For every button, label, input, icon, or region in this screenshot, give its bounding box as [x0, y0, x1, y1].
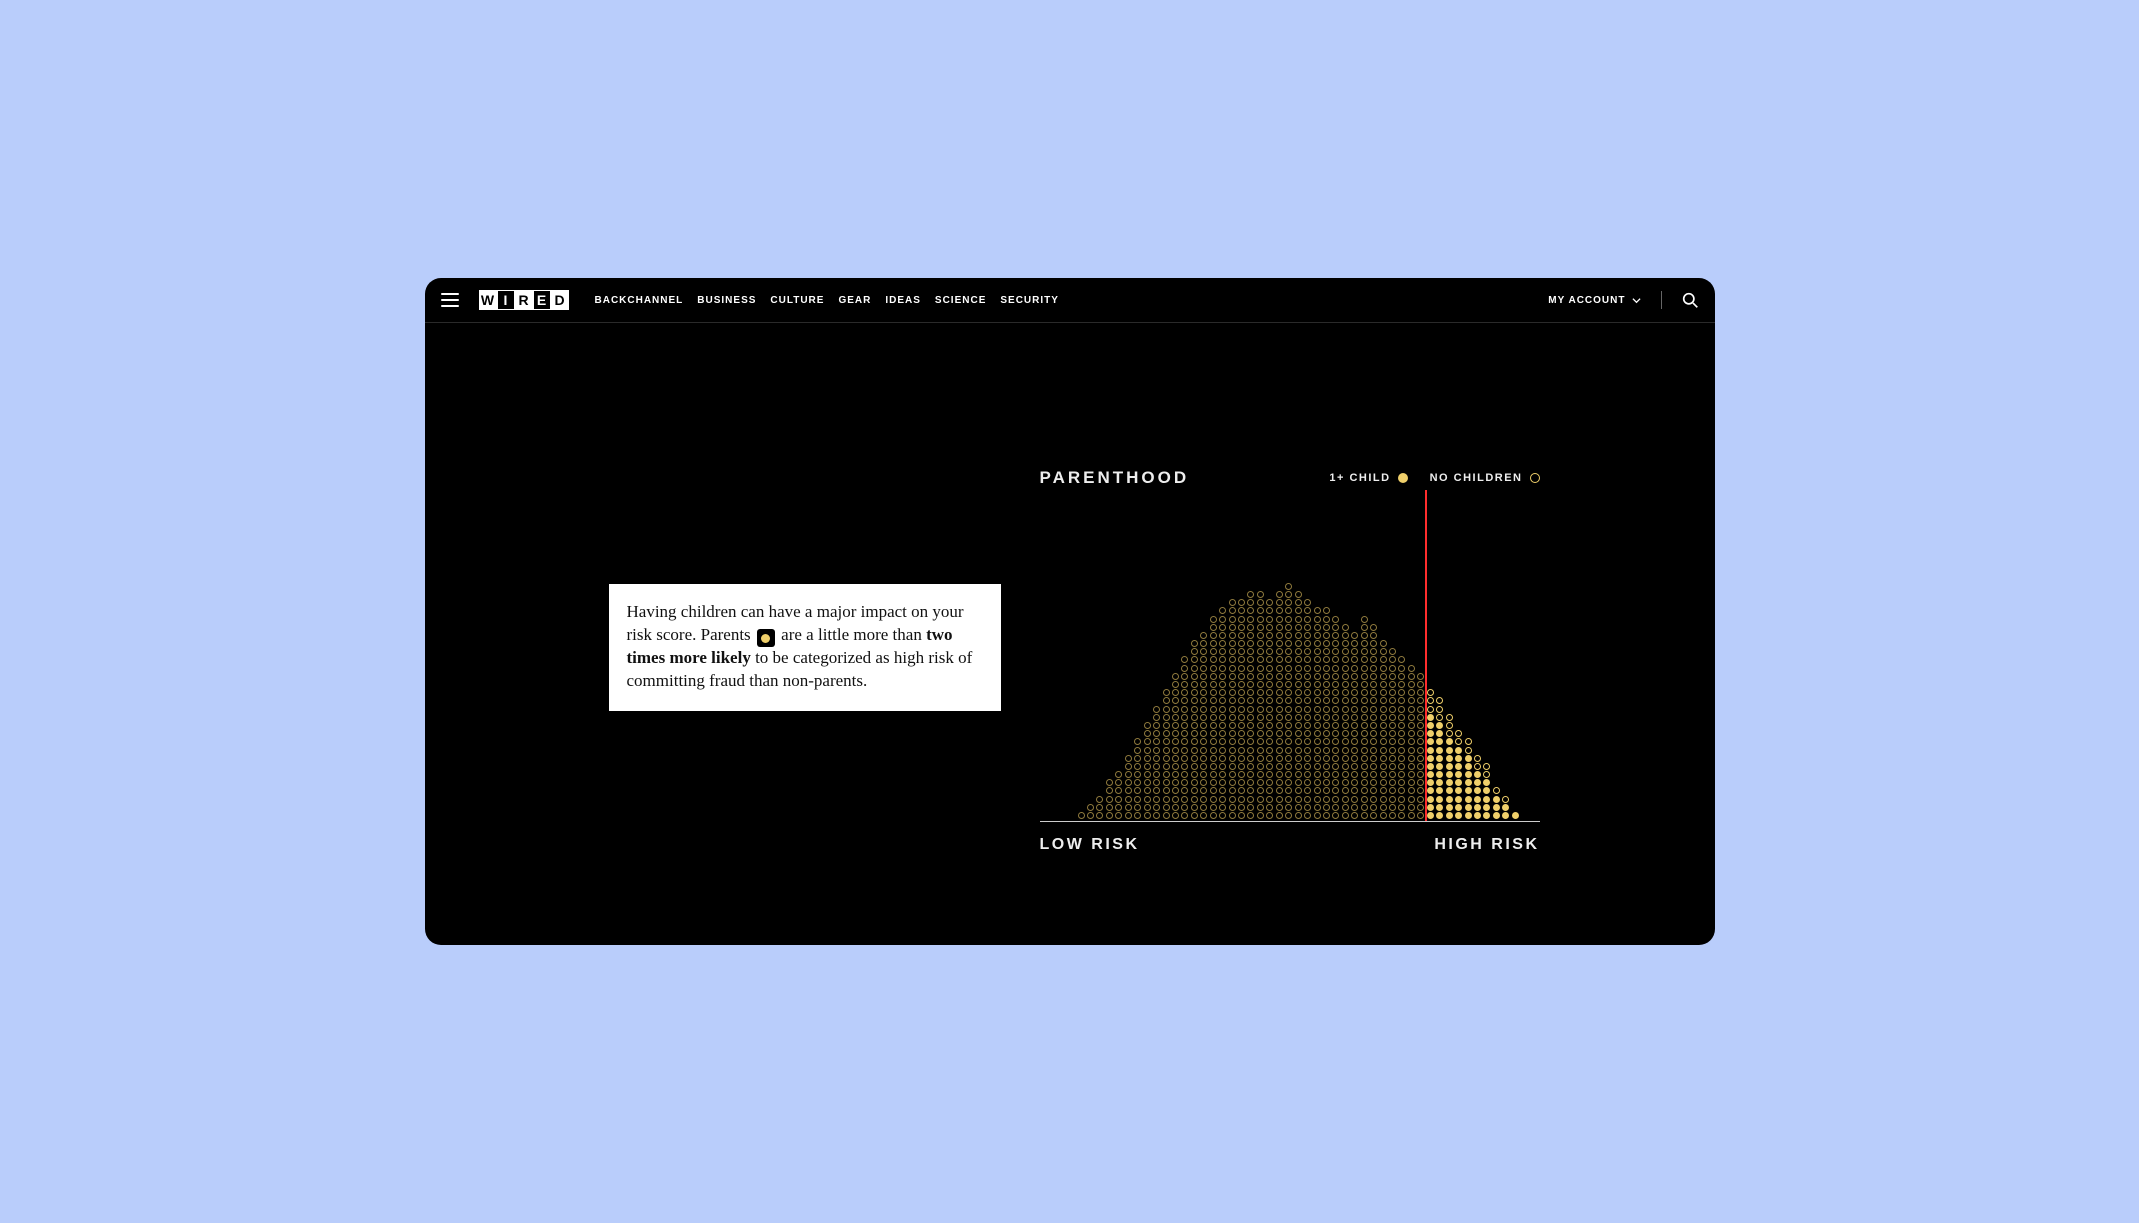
content: Having children can have a major impact … [425, 323, 1715, 945]
chart-bin [1209, 616, 1218, 822]
chart-bin [1114, 771, 1123, 821]
hamburger-icon[interactable] [441, 293, 459, 307]
chart-bin [1407, 665, 1416, 821]
chart-bin [1378, 640, 1387, 821]
nav-item-ideas[interactable]: IDEAS [885, 295, 921, 306]
chart-bin [1501, 796, 1510, 821]
chart-title: PARENTHOOD [1040, 468, 1190, 488]
chart-bin [1105, 779, 1114, 821]
primary-nav: BACKCHANNEL BUSINESS CULTURE GEAR IDEAS SCIEN… [595, 295, 1059, 306]
chart-bin [1237, 599, 1246, 821]
axis-high: HIGH RISK [1434, 836, 1539, 854]
legend-item: NO CHILDREN [1430, 472, 1540, 484]
chart-bin [1416, 673, 1425, 821]
chart-bin [1520, 819, 1529, 821]
chart-bin [1265, 599, 1274, 821]
nav-item-culture[interactable]: CULTURE [770, 295, 824, 306]
chart-bin [1454, 730, 1463, 821]
chart-bin [1350, 632, 1359, 821]
chart-bin [1275, 591, 1284, 821]
chart-bin [1322, 607, 1331, 821]
chart-bin [1086, 804, 1095, 821]
chart-bin [1473, 755, 1482, 821]
callout-card: Having children can have a major impact … [609, 584, 1001, 711]
chart-bin [1095, 796, 1104, 821]
chart-bin [1331, 616, 1340, 822]
account-label: MY ACCOUNT [1548, 295, 1625, 306]
legend-item: 1+ CHILD [1329, 472, 1407, 484]
nav-item-gear[interactable]: GEAR [838, 295, 871, 306]
chart-bin [1492, 787, 1501, 821]
chart-bin [1124, 755, 1133, 821]
chart-bin [1190, 640, 1199, 821]
chart-bin [1284, 583, 1293, 821]
chart-bin [1180, 656, 1189, 821]
chart: PARENTHOOD 1+ CHILD NO CHILDREN LOW RISK … [1040, 468, 1540, 854]
chart-bin [1142, 722, 1151, 821]
chart-bin [1312, 607, 1321, 821]
chart-bin [1463, 738, 1472, 821]
account-menu[interactable]: MY ACCOUNT [1548, 295, 1640, 306]
parent-swatch-icon [757, 629, 775, 647]
nav-item-security[interactable]: SECURITY [1000, 295, 1059, 306]
chart-bin [1388, 648, 1397, 821]
chart-bin [1199, 632, 1208, 821]
chart-columns [1058, 502, 1530, 821]
axis-labels: LOW RISK HIGH RISK [1040, 836, 1540, 854]
chart-bin [1152, 706, 1161, 821]
chart-bin [1076, 812, 1085, 821]
chart-bin [1133, 738, 1142, 821]
nav-item-backchannel[interactable]: BACKCHANNEL [595, 295, 684, 306]
axis-low: LOW RISK [1040, 836, 1140, 854]
chart-bin [1218, 607, 1227, 821]
topbar: WIRED BACKCHANNEL BUSINESS CULTURE GEAR IDEA… [425, 278, 1715, 323]
callout-text-2: are a little more than [777, 625, 926, 644]
chart-bin [1058, 819, 1067, 821]
chart-bin [1293, 591, 1302, 821]
search-icon[interactable] [1682, 292, 1699, 309]
chart-bin [1360, 616, 1369, 822]
site-logo[interactable]: WIRED [479, 290, 569, 310]
chart-header: PARENTHOOD 1+ CHILD NO CHILDREN [1040, 468, 1540, 488]
chevron-down-icon [1632, 296, 1641, 305]
chart-bin [1161, 689, 1170, 821]
chart-bin [1369, 624, 1378, 821]
chart-bin [1511, 812, 1520, 821]
nav-item-business[interactable]: BUSINESS [697, 295, 756, 306]
chart-bin [1444, 714, 1453, 821]
chart-bin [1246, 591, 1255, 821]
chart-bin [1227, 599, 1236, 821]
chart-bin [1303, 599, 1312, 821]
chart-bin [1482, 763, 1491, 821]
chart-bin [1171, 673, 1180, 821]
chart-bin [1067, 819, 1076, 821]
chart-bin [1341, 624, 1350, 821]
divider [1661, 291, 1662, 309]
chart-bin [1435, 697, 1444, 821]
app-frame: WIRED BACKCHANNEL BUSINESS CULTURE GEAR IDEA… [425, 278, 1715, 945]
nav-item-science[interactable]: SCIENCE [935, 295, 986, 306]
chart-legend: 1+ CHILD NO CHILDREN [1329, 472, 1539, 484]
chart-plot [1040, 502, 1540, 822]
chart-bin [1256, 591, 1265, 821]
chart-bin [1397, 656, 1406, 821]
chart-bin [1426, 689, 1435, 821]
